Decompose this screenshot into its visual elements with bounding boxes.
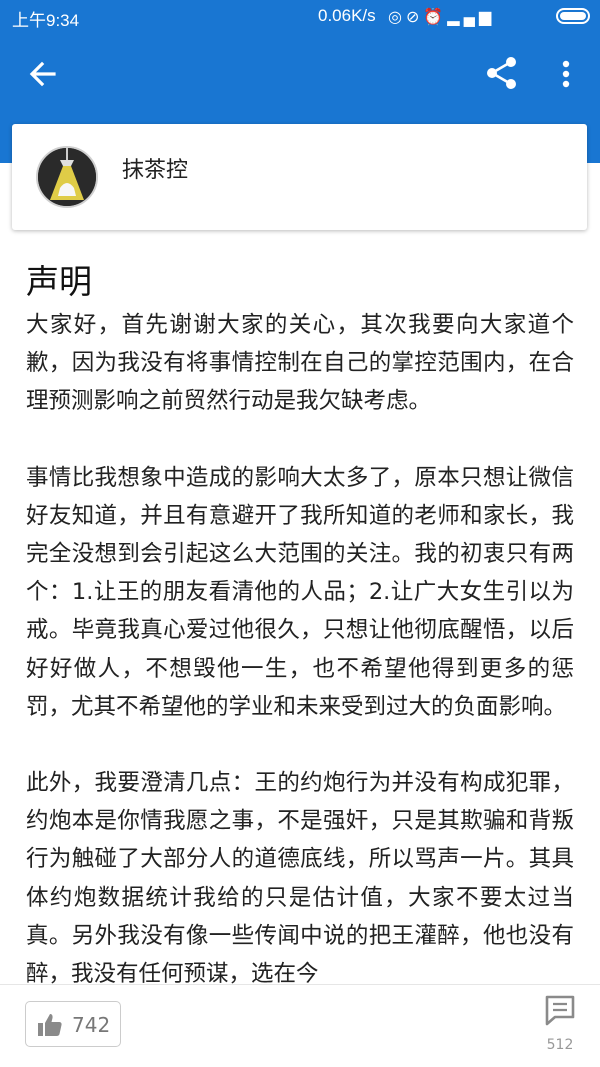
- avatar-lamp-icon: [38, 148, 96, 206]
- status-time: 上午9:34: [12, 11, 80, 30]
- comment-icon: [545, 995, 575, 1026]
- more-options-button[interactable]: [552, 55, 580, 95]
- article-paragraph: 大家好，首先谢谢大家的关心，其次我要向大家道个歉，因为我没有将事情控制在自己的掌…: [26, 312, 574, 415]
- like-button[interactable]: 742: [25, 1001, 121, 1047]
- article-body: 大家好，首先谢谢大家的关心，其次我要向大家道个歉，因为我没有将事情控制在自己的掌…: [26, 306, 574, 984]
- share-button[interactable]: [482, 53, 522, 93]
- author-name[interactable]: 抹茶控: [122, 152, 188, 184]
- author-card[interactable]: 抹茶控: [12, 124, 587, 230]
- avatar[interactable]: [36, 146, 98, 208]
- like-count: 742: [72, 1013, 111, 1037]
- arrow-left-icon: [29, 61, 56, 87]
- bottom-bar: 742 512: [0, 984, 600, 1067]
- article-paragraph: 事情比我想象中造成的影响大太多了，原本只想让微信好友知道，并且有意避开了我所知道…: [26, 464, 574, 720]
- mute-icon: ⊘: [405, 9, 424, 26]
- more-vertical-icon: [562, 60, 570, 88]
- comment-button[interactable]: 512: [540, 993, 580, 1061]
- share-icon: [487, 57, 516, 89]
- hotspot-icon: ◎: [388, 9, 406, 26]
- comment-count: 512: [546, 1037, 574, 1053]
- alarm-icon: ⏰: [423, 9, 448, 26]
- back-button[interactable]: [22, 55, 62, 95]
- thumbs-up-icon: [38, 1014, 62, 1036]
- signal-icon: ▂▄▆: [447, 9, 496, 26]
- article-title: 声明: [26, 262, 92, 301]
- article-paragraph: 此外，我要澄清几点：王的约炮行为并没有构成犯罪，约炮本是你情我愿之事，不是强奸，…: [26, 770, 574, 984]
- network-speed: 0.06K/s: [318, 6, 376, 25]
- status-bar: 上午9:34 0.06K/s ◎⊘⏰▂▄▆: [0, 0, 600, 33]
- battery-icon: [556, 8, 590, 24]
- status-icons: ◎⊘⏰▂▄▆: [388, 7, 495, 27]
